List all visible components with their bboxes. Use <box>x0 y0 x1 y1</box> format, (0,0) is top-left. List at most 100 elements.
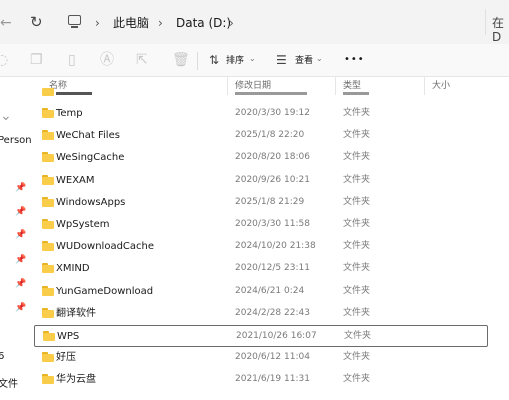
chevron-right-icon[interactable]: › <box>229 16 234 30</box>
pin-icon: 📌 <box>15 303 27 313</box>
nav-item-6[interactable]: 6 <box>0 351 4 362</box>
chevron-down-icon: ⌄ <box>316 54 323 63</box>
delete-icon[interactable]: 🗑 <box>172 53 190 67</box>
file-name: WpSystem <box>56 219 110 230</box>
table-row[interactable]: XMIND 2020/12/5 23:11 文件夹 <box>32 258 492 280</box>
view-list-icon: ☰ <box>276 53 287 67</box>
file-name: 好压 <box>56 352 76 364</box>
table-row[interactable]: WeSingCache 2020/8/20 18:06 文件夹 <box>32 147 492 169</box>
file-type: 文件夹 <box>343 219 371 229</box>
nav-item-person[interactable]: Person <box>0 135 32 146</box>
chevron-right-icon: › <box>158 16 163 30</box>
back-arrow-icon[interactable]: ← <box>0 16 12 30</box>
file-type: 文件夹 <box>344 331 372 341</box>
table-row[interactable] <box>32 82 492 96</box>
folder-icon <box>42 219 54 229</box>
file-date: 2020/12/5 23:11 <box>235 263 310 274</box>
view-button[interactable]: ☰ 查看 ⌄ <box>274 52 328 70</box>
new-icon[interactable]: ◌ <box>0 53 8 67</box>
table-row[interactable]: WUDownloadCache 2024/10/20 21:38 文件夹 <box>32 236 492 258</box>
folder-icon <box>42 285 54 296</box>
view-label: 查看 <box>295 56 314 66</box>
table-row[interactable]: 好压 2020/6/12 11:04 文件夹 <box>32 347 492 369</box>
file-type: 文件夹 <box>343 108 371 118</box>
truncated-row-text <box>56 92 92 95</box>
file-date: 2021/6/19 11:31 <box>235 374 310 385</box>
sort-button[interactable]: ⇅ 排序 ⌄ <box>207 52 259 70</box>
truncated-row-text <box>343 92 369 95</box>
table-row[interactable]: Temp 2020/3/30 19:12 文件夹 <box>32 103 492 125</box>
table-row[interactable]: WindowsApps 2025/1/8 21:29 文件夹 <box>32 192 492 214</box>
copy-icon[interactable]: ❐ <box>30 53 43 67</box>
folder-icon <box>42 108 54 118</box>
file-type: 文件夹 <box>343 174 371 185</box>
table-row[interactable]: YunGameDownload 2024/6/21 0:24 文件夹 <box>32 281 492 303</box>
file-date: 2024/2/28 22:43 <box>235 307 310 318</box>
file-date: 2020/9/26 10:21 <box>235 174 310 185</box>
folder-icon <box>42 307 54 318</box>
file-name: WPS <box>57 331 80 342</box>
file-type: 文件夹 <box>343 352 371 363</box>
rename-icon[interactable]: Ⓐ <box>100 53 114 67</box>
file-type: 文件夹 <box>343 241 371 252</box>
pin-icon: 📌 <box>15 255 27 265</box>
folder-icon <box>42 196 54 207</box>
command-bar: ◌ ❐ ▯ Ⓐ ⇱ 🗑 ⇅ 排序 ⌄ ☰ 查看 ⌄ ••• <box>0 44 509 77</box>
toolbar-divider <box>197 52 198 70</box>
computer-icon[interactable] <box>68 15 81 25</box>
file-name: WeSingCache <box>56 152 125 164</box>
pin-icon: 📌 <box>15 183 27 193</box>
pin-icon: 📌 <box>15 207 27 217</box>
sort-label: 排序 <box>226 56 245 66</box>
pin-icon: 📌 <box>15 279 27 289</box>
table-row[interactable]: 翻译软件 2024/2/28 22:43 文件夹 <box>32 303 492 325</box>
file-date: 2024/6/21 0:24 <box>235 285 305 296</box>
file-name: 翻译软件 <box>56 307 96 319</box>
table-row[interactable]: 华为云盘 2021/6/19 11:31 文件夹 <box>32 369 492 391</box>
address-bar: ← ↻ › 此电脑 › Data (D:) › 在 D <box>0 0 509 44</box>
file-type: 文件夹 <box>343 285 371 296</box>
file-date: 2024/10/20 21:38 <box>235 241 316 252</box>
table-row[interactable]: WPS 2021/10/26 16:07 文件夹 <box>34 325 488 347</box>
nav-item-files[interactable]: 文件 <box>0 375 18 390</box>
folder-icon <box>42 174 54 185</box>
table-row[interactable]: WeChat Files 2025/1/8 22:20 文件夹 <box>32 125 492 147</box>
folder-icon <box>42 352 54 363</box>
file-type: 文件夹 <box>343 196 371 207</box>
file-name: YunGameDownload <box>56 285 154 297</box>
search-placeholder: 在 D <box>492 16 505 44</box>
search-box[interactable]: 在 D <box>485 9 509 44</box>
computer-stand <box>71 26 78 28</box>
share-icon[interactable]: ⇱ <box>136 53 148 67</box>
file-date: 2020/8/20 18:06 <box>235 152 310 163</box>
paste-icon[interactable]: ▯ <box>68 53 76 67</box>
file-name: Temp <box>56 108 83 119</box>
breadcrumb-data-drive[interactable]: Data (D:) <box>176 16 231 30</box>
more-button[interactable]: ••• <box>344 54 365 65</box>
file-date: 2021/10/26 16:07 <box>236 331 317 341</box>
file-date: 2025/1/8 21:29 <box>235 196 305 207</box>
file-type: 文件夹 <box>343 374 371 385</box>
file-name: XMIND <box>56 263 90 275</box>
file-name: WeChat Files <box>56 130 120 142</box>
file-date: 2020/3/30 11:58 <box>235 219 310 229</box>
refresh-icon[interactable]: ↻ <box>30 15 43 30</box>
file-date: 2025/1/8 22:20 <box>235 130 305 141</box>
file-type: 文件夹 <box>343 152 371 163</box>
file-date: 2020/6/12 11:04 <box>235 352 310 363</box>
folder-icon <box>42 152 54 163</box>
folder-icon <box>42 374 54 385</box>
file-type: 文件夹 <box>343 263 371 274</box>
folder-icon <box>42 130 54 141</box>
file-date: 2020/3/30 19:12 <box>235 108 310 118</box>
file-name: 华为云盘 <box>56 374 96 386</box>
expand-icon[interactable]: ⌄ <box>0 109 12 123</box>
folder-icon <box>43 331 55 341</box>
table-row[interactable]: WpSystem 2020/3/30 11:58 文件夹 <box>32 214 492 236</box>
sort-icon: ⇅ <box>209 53 220 67</box>
file-list: ^ 名称 修改日期 类型 大小 Temp 2020/3/30 19:12 文件夹 We… <box>32 77 509 400</box>
chevron-right-icon: › <box>95 16 100 30</box>
table-row[interactable]: WEXAM 2020/9/26 10:21 文件夹 <box>32 170 492 192</box>
folder-icon <box>42 241 54 252</box>
breadcrumb-this-pc[interactable]: 此电脑 <box>113 16 149 30</box>
